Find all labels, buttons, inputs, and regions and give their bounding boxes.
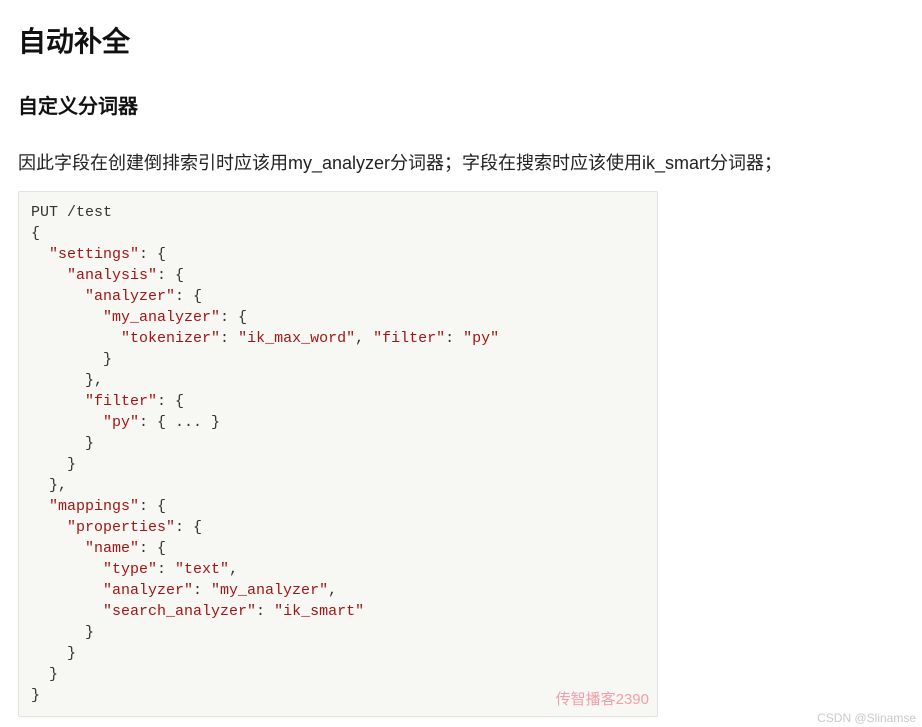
code-block: PUT /test { "settings": { "analysis": { … (18, 191, 658, 717)
image-watermark: 传智播客2390 (556, 689, 649, 710)
document-page: 自动补全 自定义分词器 因此字段在创建倒排索引时应该用my_analyzer分词… (0, 0, 922, 727)
code-val-ik-max-word: "ik_max_word" (238, 330, 355, 347)
code-key-my-analyzer: "my_analyzer" (103, 309, 220, 326)
code-key-analysis: "analysis" (67, 267, 157, 284)
page-title: 自动补全 (18, 20, 904, 60)
code-val-py: "py" (463, 330, 499, 347)
code-key-search-analyzer: "search_analyzer" (103, 603, 256, 620)
code-key-properties: "properties" (67, 519, 175, 536)
code-key-name: "name" (85, 540, 139, 557)
code-key-py: "py" (103, 414, 139, 431)
code-key-mappings: "mappings" (49, 498, 139, 515)
code-key-analyzer: "analyzer" (85, 288, 175, 305)
code-key-tokenizer: "tokenizer" (121, 330, 220, 347)
code-key-filter-block: "filter" (85, 393, 157, 410)
section-heading: 自定义分词器 (18, 90, 904, 119)
code-val-ik-smart: "ik_smart" (274, 603, 364, 620)
intro-paragraph: 因此字段在创建倒排索引时应该用my_analyzer分词器；字段在搜索时应该使用… (18, 149, 904, 175)
code-key-type: "type" (103, 561, 157, 578)
code-val-my-analyzer: "my_analyzer" (211, 582, 328, 599)
code-request-line: PUT /test (31, 204, 112, 221)
code-key-settings: "settings" (49, 246, 139, 263)
page-watermark: CSDN @Slinamse (817, 711, 916, 725)
code-key-filter: "filter" (373, 330, 445, 347)
code-key-analyzer2: "analyzer" (103, 582, 193, 599)
code-val-text: "text" (175, 561, 229, 578)
code-ellipsis: { ... } (157, 414, 220, 431)
